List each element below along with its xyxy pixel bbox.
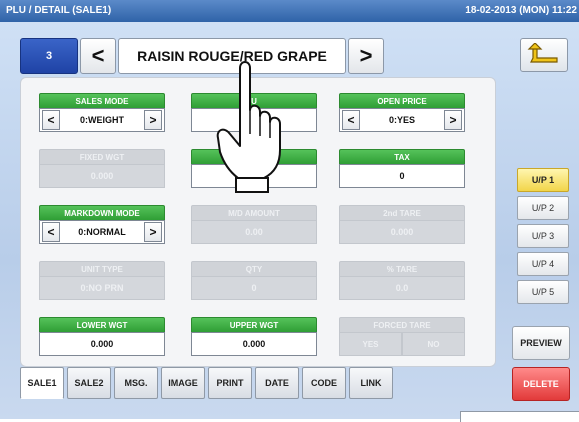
pct-tare-value: 0.0 — [339, 276, 465, 300]
lower-wgt-value[interactable]: 0.000 — [39, 332, 165, 356]
forced-tare-label: FORCED TARE — [339, 317, 465, 332]
upper-wgt-field[interactable]: UPPER WGT 0.000 — [191, 317, 317, 356]
next-item-button[interactable]: > — [348, 38, 384, 74]
sales-mode-selector[interactable]: < 0:WEIGHT > — [39, 108, 165, 132]
tab-bar: SALE1 SALE2 MSG. IMAGE PRINT DATE CODE L… — [20, 367, 396, 399]
sales-mode-next-button[interactable]: > — [144, 110, 162, 130]
tab-image[interactable]: IMAGE — [161, 367, 205, 399]
markdown-mode-field: MARKDOWN MODE < 0:NORMAL > — [39, 205, 165, 244]
second-tare-label: 2nd TARE — [339, 205, 465, 220]
back-button[interactable] — [520, 38, 568, 72]
sales-mode-value: 0:WEIGHT — [80, 115, 124, 125]
tab-msg[interactable]: MSG. — [114, 367, 158, 399]
preview-button[interactable]: PREVIEW — [512, 326, 570, 360]
tab-print[interactable]: PRINT — [208, 367, 252, 399]
fixed-wgt-label: FIXED WGT — [39, 149, 165, 164]
open-price-label: OPEN PRICE — [339, 93, 465, 108]
forced-tare-yes-button: YES — [339, 332, 402, 356]
pointing-hand-icon — [216, 61, 281, 193]
pct-tare-label: % TARE — [339, 261, 465, 276]
window-title: PLU / DETAIL (SALE1) — [6, 5, 112, 16]
open-price-value: 0:YES — [388, 115, 415, 125]
tab-sale2[interactable]: SALE2 — [67, 367, 111, 399]
datetime: 18-02-2013 (MON) 11:22 — [465, 5, 577, 16]
second-tare-field: 2nd TARE 0.000 — [339, 205, 465, 244]
tax-label: TAX — [339, 149, 465, 164]
fixed-wgt-value: 0.000 — [39, 164, 165, 188]
forced-tare-no-button: NO — [402, 332, 465, 356]
prev-item-button[interactable]: < — [80, 38, 116, 74]
title-bar: PLU / DETAIL (SALE1) 18-02-2013 (MON) 11… — [0, 0, 579, 22]
plu-number-field[interactable]: 3 — [20, 38, 78, 74]
lower-wgt-label: LOWER WGT — [39, 317, 165, 332]
up-button-4[interactable]: U/P 4 — [517, 252, 569, 276]
lower-wgt-field[interactable]: LOWER WGT 0.000 — [39, 317, 165, 356]
upper-wgt-label: UPPER WGT — [191, 317, 317, 332]
bottom-status-box — [460, 411, 579, 422]
delete-button[interactable]: DELETE — [512, 367, 570, 401]
markdown-mode-next-button[interactable]: > — [144, 222, 162, 242]
markdown-mode-value: 0:NORMAL — [78, 227, 126, 237]
upper-wgt-value[interactable]: 0.000 — [191, 332, 317, 356]
forced-tare-field: FORCED TARE YES NO — [339, 317, 465, 356]
second-tare-value: 0.000 — [339, 220, 465, 244]
unit-type-value: 0:NO PRN — [39, 276, 165, 300]
markdown-mode-prev-button[interactable]: < — [42, 222, 60, 242]
md-amount-field: M/D AMOUNT 0.00 — [191, 205, 317, 244]
tab-sale1[interactable]: SALE1 — [20, 367, 64, 399]
qty-label: QTY — [191, 261, 317, 276]
unit-type-label: UNIT TYPE — [39, 261, 165, 276]
open-price-next-button[interactable]: > — [443, 110, 462, 130]
tax-field[interactable]: TAX 0 — [339, 149, 465, 188]
open-price-field: OPEN PRICE < 0:YES > — [339, 93, 465, 132]
up-button-3[interactable]: U/P 3 — [517, 224, 569, 248]
fixed-wgt-field: FIXED WGT 0.000 — [39, 149, 165, 188]
markdown-mode-label: MARKDOWN MODE — [39, 205, 165, 220]
tab-link[interactable]: LINK — [349, 367, 393, 399]
md-amount-label: M/D AMOUNT — [191, 205, 317, 220]
sales-mode-field: SALES MODE < 0:WEIGHT > — [39, 93, 165, 132]
tax-value[interactable]: 0 — [339, 164, 465, 188]
tab-code[interactable]: CODE — [302, 367, 346, 399]
qty-field: QTY 0 — [191, 261, 317, 300]
sales-mode-label: SALES MODE — [39, 93, 165, 108]
tab-date[interactable]: DATE — [255, 367, 299, 399]
sales-mode-prev-button[interactable]: < — [42, 110, 60, 130]
markdown-mode-selector[interactable]: < 0:NORMAL > — [39, 220, 165, 244]
md-amount-value: 0.00 — [191, 220, 317, 244]
unit-type-field: UNIT TYPE 0:NO PRN — [39, 261, 165, 300]
return-arrow-icon — [527, 43, 558, 63]
pct-tare-field: % TARE 0.0 — [339, 261, 465, 300]
up-button-5[interactable]: U/P 5 — [517, 280, 569, 304]
open-price-prev-button[interactable]: < — [342, 110, 360, 130]
qty-value: 0 — [191, 276, 317, 300]
up-button-1[interactable]: U/P 1 — [517, 168, 569, 192]
up-button-2[interactable]: U/P 2 — [517, 196, 569, 220]
open-price-selector[interactable]: < 0:YES > — [339, 108, 465, 132]
